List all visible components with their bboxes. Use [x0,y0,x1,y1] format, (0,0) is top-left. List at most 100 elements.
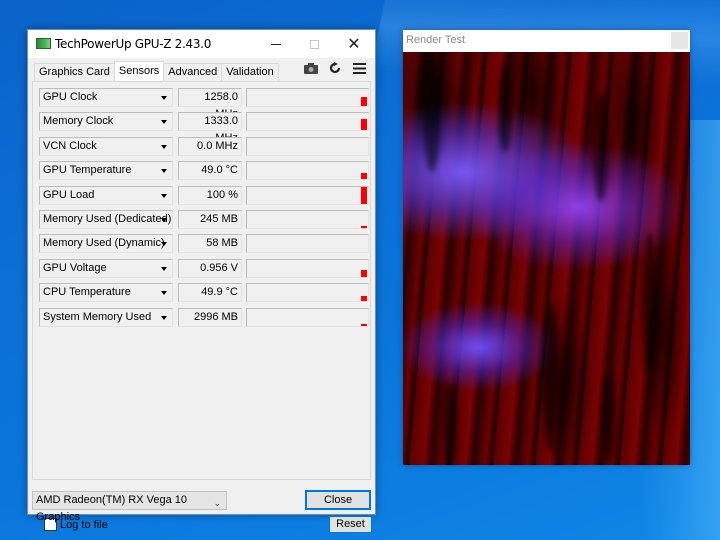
gpuz-window: TechPowerUp GPU-Z 2.43.0 ✕ Graphics Card… [27,29,376,533]
render-texture [498,62,512,152]
sensor-graph [246,307,369,327]
camera-icon[interactable] [303,61,319,75]
sensor-graph [246,161,369,181]
dropdown-arrow-icon [161,218,167,222]
close-window-button[interactable]: ✕ [334,30,374,58]
sensor-graph-bar [361,226,367,228]
render-titlebar[interactable]: Render Test [403,30,690,52]
maximize-button[interactable] [294,30,334,58]
dropdown-arrow-icon [161,266,167,271]
dropdown-arrow-icon [161,315,167,320]
sensor-row: GPU Voltage 0.956 V [39,258,369,278]
sensor-graph-bar [361,119,367,131]
tab-graphics-card[interactable]: Graphics Card [34,63,115,81]
sensor-name: CPU Temperature [43,286,131,299]
sensor-name: GPU Voltage [43,261,107,274]
sensor-value: 58 MB [178,234,242,254]
sensor-select[interactable]: GPU Load [39,185,173,205]
tab-advanced[interactable]: Advanced [163,63,223,81]
minimize-button[interactable] [256,30,296,58]
tab-bar: Graphics Card Sensors Advanced Validatio… [34,61,279,81]
sensor-name: GPU Temperature [43,164,132,177]
render-texture [543,302,559,452]
sensors-panel: GPU Clock 1258.0 MHz Memory Clock 1333.0 MH… [32,81,372,533]
sensor-value: 1333.0 MHz [178,112,242,144]
dropdown-arrow-icon [161,242,167,247]
refresh-icon[interactable] [327,61,343,75]
render-texture [603,372,615,462]
sensor-row: GPU Temperature 49.0 °C [39,161,369,181]
dropdown-arrow-icon [161,96,167,100]
sensor-row: Memory Clock 1333.0 MHz [39,112,369,144]
sensor-name: Memory Clock [43,115,114,128]
sensor-select[interactable]: GPU Clock [39,88,173,107]
sensor-select[interactable]: System Memory Used [39,307,173,327]
gpu-select-dropdown[interactable]: AMD Radeon(TM) RX Vega 10 Graphics ⌄ [32,491,227,523]
sensor-name: Memory Used (Dynamic) [43,237,165,250]
sensor-value: 0.956 V [178,258,242,278]
sensor-graph [246,234,369,254]
sensor-select[interactable]: Memory Used (Dynamic) [39,234,173,254]
sensor-graph-bar [361,323,367,326]
sensor-graph-bar [361,269,367,277]
sensor-value: 1258.0 MHz [178,88,242,120]
sensor-row: Memory Used (Dynamic) 58 MB [39,234,369,254]
dropdown-arrow-icon [161,193,167,198]
sensor-graph-bar [361,296,367,302]
close-button[interactable]: Close [305,490,371,510]
sensor-graph-bar [361,186,367,204]
sensor-select[interactable]: CPU Temperature [39,283,173,303]
window-title: TechPowerUp GPU-Z 2.43.0 [55,37,212,51]
sensor-value: 49.0 °C [178,161,242,181]
sensor-value: 0.0 MHz [178,136,242,156]
sensor-graph [246,136,369,156]
menu-icon[interactable] [351,61,367,75]
sensor-graph-bar [361,97,367,106]
dropdown-arrow-icon [161,169,167,174]
chevron-down-icon: ⌄ [213,498,221,508]
sensor-name: Memory Used (Dedicated) [43,213,172,225]
sensor-select[interactable]: Memory Used (Dedicated) [39,210,173,229]
render-close-button[interactable] [671,32,688,49]
sensor-graph [246,283,369,303]
sensor-graph-bar [361,173,367,180]
sensor-name: VCN Clock [43,139,97,152]
toolbar [303,61,367,75]
render-texture [443,382,457,465]
sensor-row: VCN Clock 0.0 MHz [39,136,369,156]
sensor-graph [246,210,369,229]
dropdown-arrow-icon [161,291,167,296]
render-texture [423,52,441,172]
sensor-row: CPU Temperature 49.9 °C [39,283,369,303]
dropdown-arrow-icon [161,120,167,125]
sensor-row: System Memory Used 2996 MB [39,307,369,327]
reset-button[interactable]: Reset [329,516,372,533]
sensor-select[interactable]: VCN Clock [39,136,173,156]
render-texture [643,232,657,372]
sensor-name: GPU Load [43,188,95,201]
tab-sensors[interactable]: Sensors [113,61,165,81]
close-icon: ✕ [347,36,361,53]
render-window-title: Render Test [406,34,466,46]
render-canvas [403,52,690,465]
sensor-row: Memory Used (Dedicated) 245 MB [39,210,369,229]
sensor-select[interactable]: Memory Clock [39,112,173,132]
sensor-row: GPU Load 100 % [39,185,369,205]
dropdown-arrow-icon [161,144,167,149]
sensor-graph [246,258,369,278]
sensor-name: System Memory Used [43,310,152,323]
sensor-row: GPU Clock 1258.0 MHz [39,88,369,120]
maximize-icon [309,39,319,49]
gpu-card-icon [36,38,51,49]
sensor-name: GPU Clock [43,91,98,103]
gpu-select-value: AMD Radeon(TM) RX Vega 10 Graphics [36,494,188,523]
gpuz-titlebar[interactable]: TechPowerUp GPU-Z 2.43.0 ✕ [28,30,375,58]
render-texture [593,92,609,202]
sensor-value: 245 MB [178,210,242,229]
sensor-select[interactable]: GPU Voltage [39,258,173,278]
sensor-value: 2996 MB [178,307,242,327]
sensor-graph [246,88,369,107]
sensor-select[interactable]: GPU Temperature [39,161,173,181]
tab-validation[interactable]: Validation [221,63,279,81]
sensor-graph [246,185,369,205]
